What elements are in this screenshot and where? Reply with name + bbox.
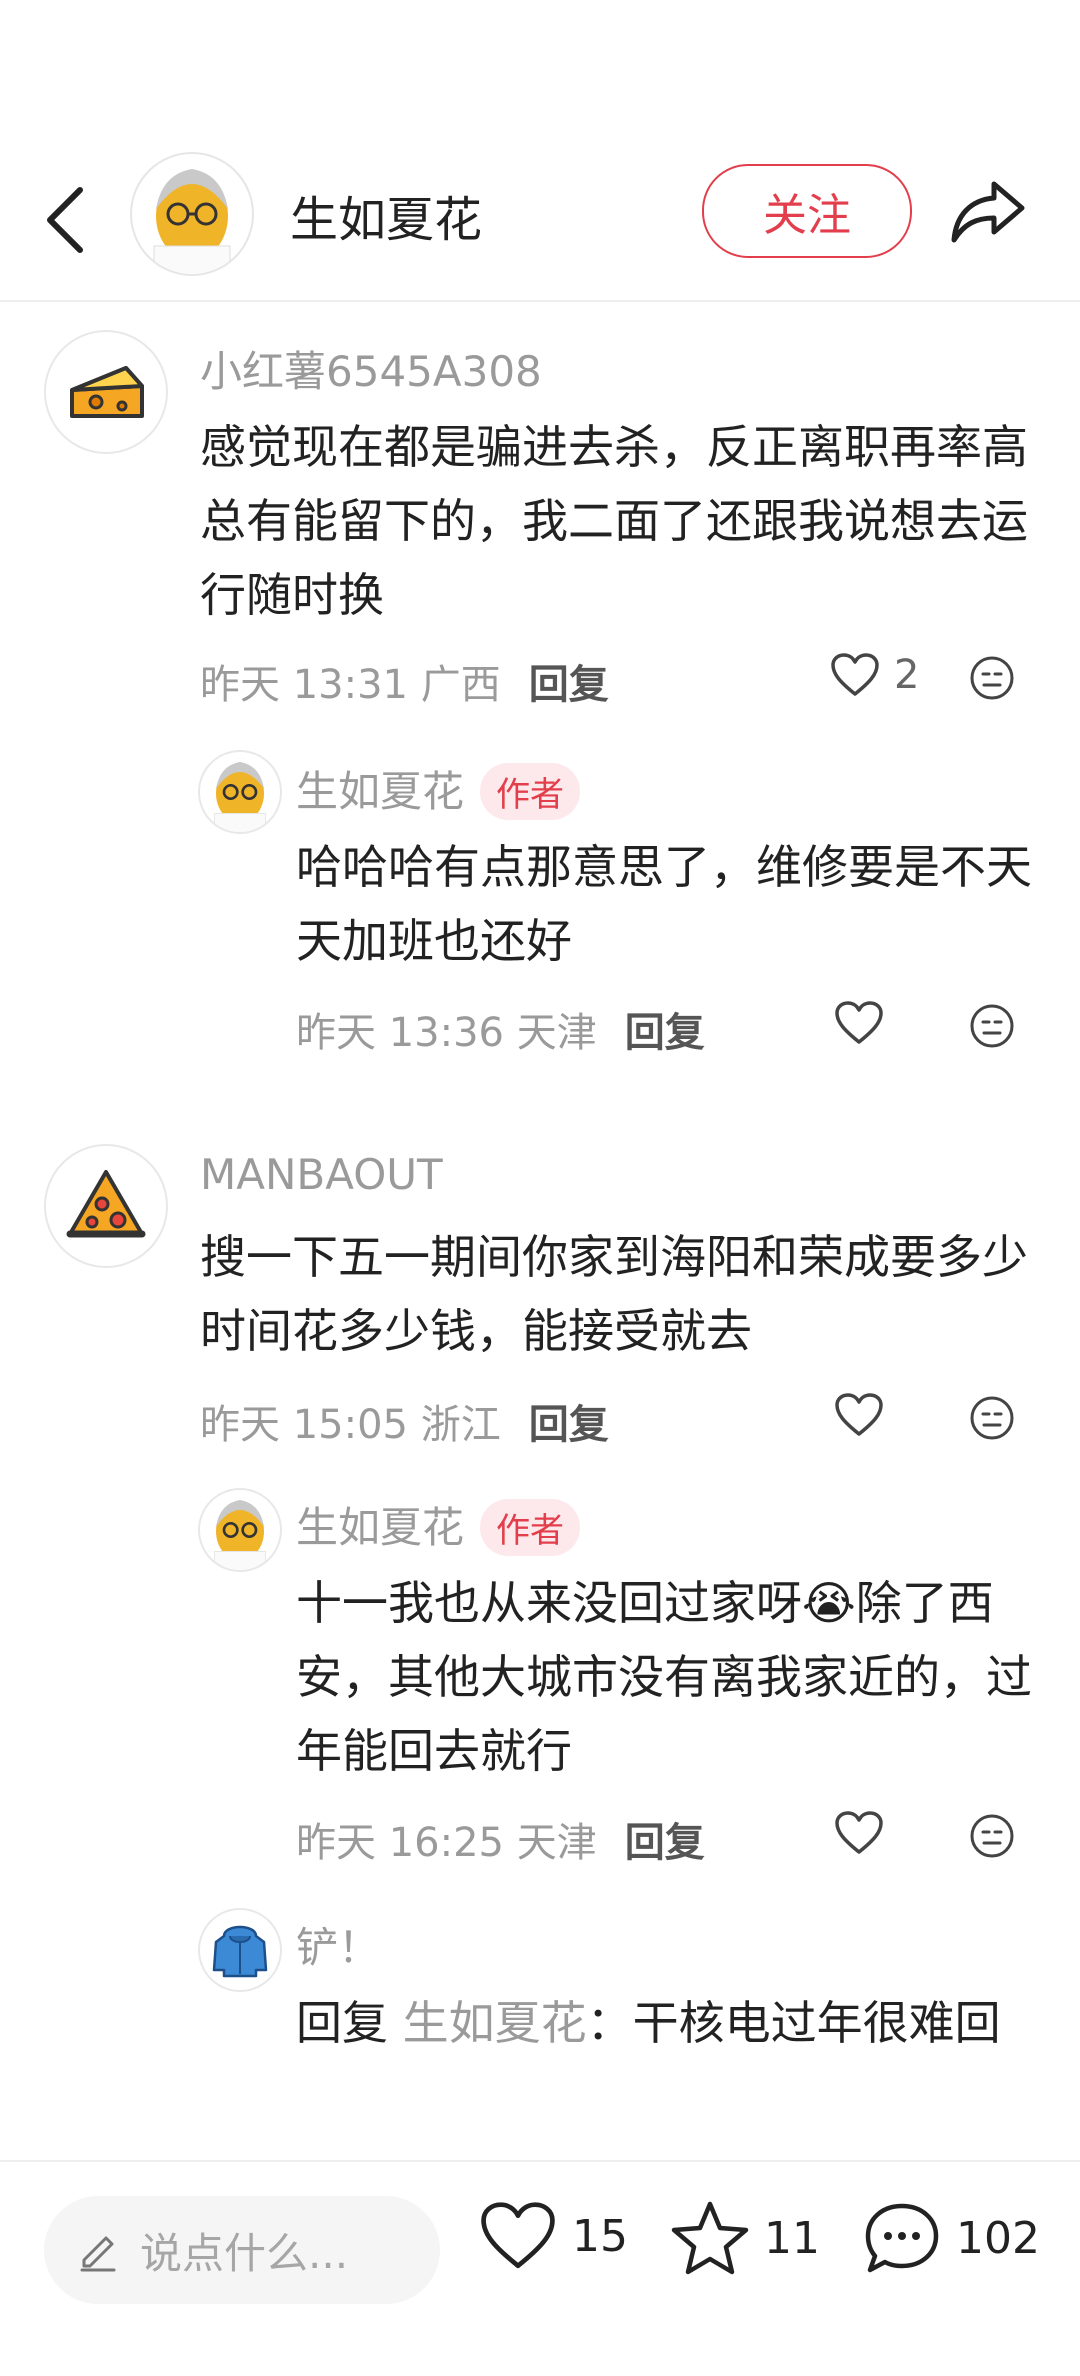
comment-input-placeholder: 说点什么... <box>140 2228 349 2278</box>
author-name[interactable]: 生如夏花 <box>290 180 482 250</box>
comment-time: 昨天 13:31 广西 <box>200 662 501 708</box>
reply-to-user[interactable]: 生如夏花 <box>403 1996 587 2050</box>
reply-meta: 昨天 13:36 天津 回复 <box>296 1000 705 1058</box>
reply-text: 回复 生如夏花：干核电过年很难回 <box>296 1986 1016 2060</box>
reply-text: 十一我也从来没回过家呀😭除了西安，其他大城市没有离我家近的，过年能回去就行 <box>296 1576 1032 1778</box>
commenter-avatar[interactable] <box>44 330 168 454</box>
like-button[interactable] <box>834 1392 884 1438</box>
follow-button[interactable]: 关注 <box>702 164 912 258</box>
comment-text: 搜一下五一期间你家到海阳和荣成要多少时间花多少钱，能接受就去 <box>200 1230 1028 1358</box>
reply-content: 干核电过年很难回 <box>632 1996 1001 2050</box>
reply-avatar[interactable] <box>198 1908 282 1992</box>
hoodie-icon <box>212 1925 268 1978</box>
like-count: 2 <box>894 652 920 698</box>
heart-icon <box>831 653 879 696</box>
like-button[interactable] <box>834 1810 884 1856</box>
emoji-reaction-icon[interactable] <box>968 654 1016 702</box>
back-button[interactable] <box>40 180 90 260</box>
top-bar: 生如夏花 关注 <box>0 140 1080 302</box>
share-arrow-icon <box>951 181 1025 243</box>
comment-text: 感觉现在都是骗进去杀，反正离职再率高总有能留下的，我二面了还跟我说想去运行随时换 <box>200 420 1028 622</box>
reply-user[interactable]: 生如夏花 作者 <box>296 758 581 823</box>
share-button[interactable] <box>948 170 1028 250</box>
comments-button[interactable]: 102 <box>862 2200 1040 2276</box>
reply-prefix: 回复 <box>296 1996 388 2050</box>
star-count: 11 <box>764 2212 820 2264</box>
comment-meta: 昨天 13:31 广西 回复 <box>200 652 609 710</box>
commenter-name[interactable]: MANBAOUT <box>200 1150 443 1199</box>
like-count: 15 <box>572 2210 628 2262</box>
author-avatar[interactable] <box>130 152 254 276</box>
reply-button[interactable]: 回复 <box>625 1010 705 1056</box>
like-button[interactable]: 2 <box>830 652 919 698</box>
reply-username[interactable]: 生如夏花 <box>296 1503 464 1552</box>
cheese-icon <box>70 366 144 418</box>
comment-count: 102 <box>956 2212 1040 2264</box>
comment-time: 昨天 15:05 浙江 <box>200 1402 501 1448</box>
reply-button[interactable]: 回复 <box>529 662 609 708</box>
emoji-reaction-icon[interactable] <box>968 1394 1016 1442</box>
reply-button[interactable]: 回复 <box>529 1402 609 1448</box>
reply-time: 昨天 16:25 天津 <box>296 1820 597 1866</box>
author-badge: 作者 <box>480 763 581 820</box>
emoji-reaction-icon[interactable] <box>968 1002 1016 1050</box>
pizza-icon <box>66 1170 146 1238</box>
reply-avatar[interactable] <box>198 1488 282 1572</box>
commenter-avatar[interactable] <box>44 1144 168 1268</box>
chevron-left-icon <box>47 187 83 253</box>
heart-icon <box>835 1001 883 1044</box>
author-mini-avatar-icon <box>214 1500 266 1570</box>
collect-button[interactable]: 11 <box>670 2200 820 2276</box>
comment-bubble-icon <box>865 2203 939 2273</box>
comment-input[interactable]: 说点什么... <box>44 2196 440 2304</box>
reply-avatar[interactable] <box>198 750 282 834</box>
reply-username[interactable]: 铲！ <box>296 1914 380 1975</box>
emoji-reaction-icon[interactable] <box>968 1812 1016 1860</box>
like-post-button[interactable]: 15 <box>478 2200 628 2272</box>
reply-meta: 昨天 16:25 天津 回复 <box>296 1810 705 1868</box>
reply-time: 昨天 13:36 天津 <box>296 1010 597 1056</box>
author-mini-avatar-icon <box>214 762 266 832</box>
pencil-icon <box>80 2236 116 2272</box>
reply-text: 哈哈哈有点那意思了，维修要是不天天加班也还好 <box>296 840 1032 968</box>
comment-meta: 昨天 15:05 浙江 回复 <box>200 1392 609 1450</box>
bottom-action-bar: 说点什么... 15 11 102 <box>0 2160 1080 2376</box>
reply-username[interactable]: 生如夏花 <box>296 767 464 816</box>
reply-user[interactable]: 生如夏花 作者 <box>296 1494 581 1559</box>
commenter-name[interactable]: 小红薯6545A308 <box>200 338 542 399</box>
star-icon <box>671 2201 749 2275</box>
reply-button[interactable]: 回复 <box>625 1820 705 1866</box>
reply-colon: ： <box>586 1996 633 2050</box>
like-button[interactable] <box>834 1000 884 1046</box>
heart-icon <box>481 2202 555 2269</box>
heart-icon <box>835 1393 883 1436</box>
heart-icon <box>835 1811 883 1854</box>
author-badge: 作者 <box>480 1499 581 1556</box>
